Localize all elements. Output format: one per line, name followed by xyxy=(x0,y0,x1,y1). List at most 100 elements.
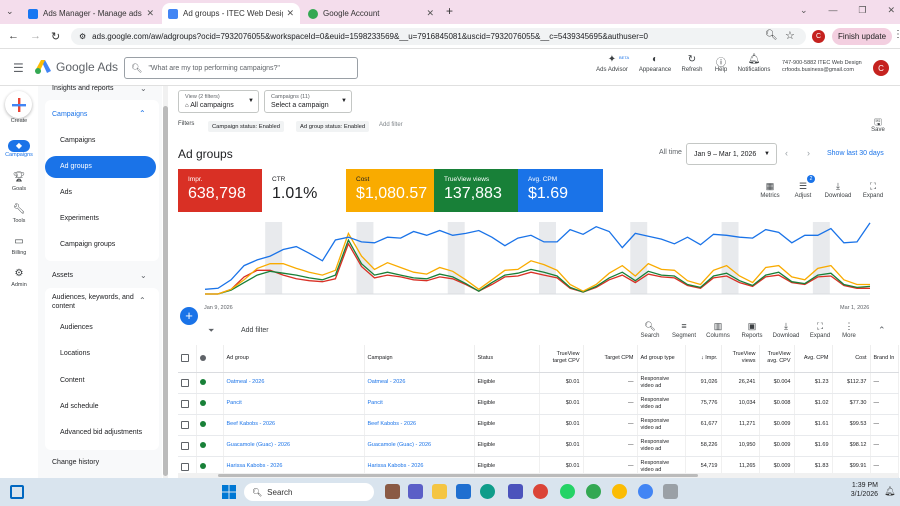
enabled-status-dot[interactable] xyxy=(199,400,206,407)
clock[interactable]: 1:39 PM 3/1/2026 xyxy=(838,481,878,499)
nav-item-ad-groups[interactable]: Ad groups xyxy=(60,163,92,170)
notifications-button[interactable]: 🔔︎ Notifications xyxy=(734,54,774,73)
account-avatar[interactable]: C xyxy=(873,60,889,76)
nav-audiences-header[interactable]: Audiences, keywords, and content xyxy=(52,293,138,311)
taskbar-app-chrome[interactable] xyxy=(533,484,548,499)
site-settings-icon[interactable]: ⚙ xyxy=(79,32,86,41)
google-ads-logo[interactable]: Google Ads xyxy=(35,60,118,74)
date-prev-icon[interactable]: ‹ xyxy=(785,148,788,158)
restore-icon[interactable]: ❐ xyxy=(858,5,866,16)
rail-campaigns[interactable]: ◆ Campaigns xyxy=(0,140,38,158)
table-add-filter[interactable]: Add filter xyxy=(241,327,269,334)
nav-item-advanced-bid[interactable]: Advanced bid adjustments xyxy=(60,429,142,436)
minimize-icon[interactable]: — xyxy=(828,5,837,16)
chevron-down-icon[interactable]: ⌄ xyxy=(140,84,147,93)
filter-chip-campaign-status[interactable]: Campaign status: Enabled xyxy=(208,121,284,132)
columns-button[interactable]: ▥ Columns xyxy=(703,321,733,339)
download-chart-button[interactable]: ⤓ Download xyxy=(823,181,853,199)
rail-tools[interactable]: 🔧︎ Tools xyxy=(0,204,38,224)
nav-campaigns-header[interactable]: Campaigns xyxy=(52,111,87,118)
taskbar-app-chrome-4[interactable] xyxy=(638,484,653,499)
chevron-up-icon[interactable]: ⌃ xyxy=(139,296,146,305)
row-checkbox[interactable] xyxy=(181,420,189,429)
chevron-down-icon[interactable]: ⌄ xyxy=(140,271,147,280)
zoom-icon[interactable]: 🔍︎ xyxy=(765,30,778,41)
chevron-up-icon[interactable]: ⌃ xyxy=(139,109,146,118)
table-row[interactable]: Pancit Pancit Eligible $0.01— Responsive vid… xyxy=(178,393,899,415)
ads-search-input[interactable]: 🔍︎ "What are my top performing campaigns… xyxy=(124,57,358,79)
tab-ad-groups[interactable]: Ad groups - ITEC Web Design & D ✕ xyxy=(162,3,300,24)
nav-assets[interactable]: Assets xyxy=(52,272,73,279)
expand-chart-button[interactable]: ⛶ Expand xyxy=(858,181,888,199)
nav-change-history[interactable]: Change history xyxy=(52,459,99,466)
add-filter-link[interactable]: Add filter xyxy=(379,122,403,128)
taskbar-app-files[interactable] xyxy=(385,484,400,499)
taskbar-app-snipping[interactable] xyxy=(663,484,678,499)
bookmark-star-icon[interactable]: ☆ xyxy=(785,29,795,42)
nav-item-ad-schedule[interactable]: Ad schedule xyxy=(60,403,99,410)
task-view-icon[interactable] xyxy=(10,485,24,499)
table-row[interactable]: Guacamole (Guac) - 2026 Guacamole (Guac) … xyxy=(178,435,899,457)
enabled-status-dot[interactable] xyxy=(199,379,206,386)
scorecard-impressions[interactable]: Impr. 638,798 xyxy=(178,169,262,212)
nav-item-campaign-groups[interactable]: Campaign groups xyxy=(60,241,115,248)
row-checkbox[interactable] xyxy=(181,462,189,471)
table-search-button[interactable]: 🔍︎ Search xyxy=(635,321,665,339)
collapse-chevron-icon[interactable]: ⌃ xyxy=(878,325,886,336)
taskbar-app-chrome-3[interactable] xyxy=(612,484,627,499)
cell-campaign[interactable]: Pancit xyxy=(364,393,475,415)
table-row[interactable]: Beef Kabobs - 2026 Beef Kabobs - 2026 Elig… xyxy=(178,414,899,436)
col-brand-in[interactable]: Brand In xyxy=(870,345,899,373)
enabled-status-dot[interactable] xyxy=(199,421,206,428)
save-button[interactable]: 🖫 Save xyxy=(863,115,893,133)
cell-ad-group[interactable]: Guacamole (Guac) - 2026 xyxy=(223,435,365,457)
show-last-30-days-link[interactable]: Show last 30 days xyxy=(827,150,884,157)
campaign-selector[interactable]: Campaigns (11) Select a campaign ▼ xyxy=(264,90,352,113)
rail-billing[interactable]: ▭ Billing xyxy=(0,236,38,256)
browser-menu-icon[interactable]: ⋮ xyxy=(893,29,900,40)
col-avg-cpm[interactable]: Avg. CPM xyxy=(794,345,833,373)
date-next-icon[interactable]: › xyxy=(807,148,810,158)
rail-admin[interactable]: ⚙ Admin xyxy=(0,268,38,288)
main-menu-icon[interactable]: ☰ xyxy=(13,61,24,75)
close-icon[interactable]: ✕ xyxy=(286,8,294,19)
close-window-icon[interactable]: ✕ xyxy=(887,5,895,16)
segment-button[interactable]: ≡ Segment xyxy=(669,321,699,339)
reload-icon[interactable]: ↻ xyxy=(51,30,60,43)
nav-item-content[interactable]: Content xyxy=(60,377,85,384)
taskbar-app-edge[interactable] xyxy=(480,484,495,499)
metrics-button[interactable]: ▦ Metrics xyxy=(755,181,785,199)
row-checkbox[interactable] xyxy=(181,378,189,387)
select-all-checkbox[interactable] xyxy=(181,354,189,363)
nav-insights[interactable]: Insights and reports xyxy=(52,85,113,92)
scorecard-ctr[interactable]: CTR 1.01% xyxy=(262,169,346,212)
create-button[interactable] xyxy=(5,91,32,118)
nav-item-locations[interactable]: Locations xyxy=(60,350,90,357)
taskbar-search[interactable]: 🔍︎ Search xyxy=(244,483,374,501)
nav-item-campaigns[interactable]: Campaigns xyxy=(60,137,95,144)
col-impr[interactable]: ↓ Impr. xyxy=(685,345,722,373)
more-button[interactable]: ⋮ More xyxy=(834,321,864,339)
notification-center-icon[interactable]: 🔔︎ xyxy=(884,486,895,497)
scorecard-avg-cpm[interactable]: Avg. CPM $1.69 xyxy=(518,169,603,212)
taskbar-app-teams-work[interactable] xyxy=(508,484,523,499)
taskbar-app-whatsapp[interactable] xyxy=(560,484,575,499)
profile-avatar[interactable]: C xyxy=(812,30,825,43)
nav-item-audiences[interactable]: Audiences xyxy=(60,324,93,331)
nav-item-experiments[interactable]: Experiments xyxy=(60,215,99,222)
tab-list-icon[interactable]: ⌄ xyxy=(800,5,808,16)
cell-ad-group[interactable]: Pancit xyxy=(223,393,365,415)
close-icon[interactable]: ✕ xyxy=(426,8,434,19)
taskbar-app-teams[interactable] xyxy=(408,484,423,499)
scorecard-cost[interactable]: Cost $1,080.57 xyxy=(346,169,434,212)
performance-chart[interactable] xyxy=(178,214,898,318)
rail-goals[interactable]: 🏆︎ Goals xyxy=(0,172,38,192)
table-download-button[interactable]: ⤓ Download xyxy=(771,321,801,339)
nav-scrollbar[interactable] xyxy=(163,86,168,478)
col-trueview-views[interactable]: TrueView views xyxy=(721,345,760,373)
table-expand-button[interactable]: ⛶ Expand xyxy=(805,321,835,339)
reports-button[interactable]: ▣ Reports xyxy=(737,321,767,339)
table-scroll-thumb[interactable] xyxy=(218,474,698,477)
tab-search-button[interactable]: ⌄ xyxy=(6,6,18,18)
tab-ads-manager[interactable]: Ads Manager - Manage ads - Ads ✕ xyxy=(22,3,160,24)
